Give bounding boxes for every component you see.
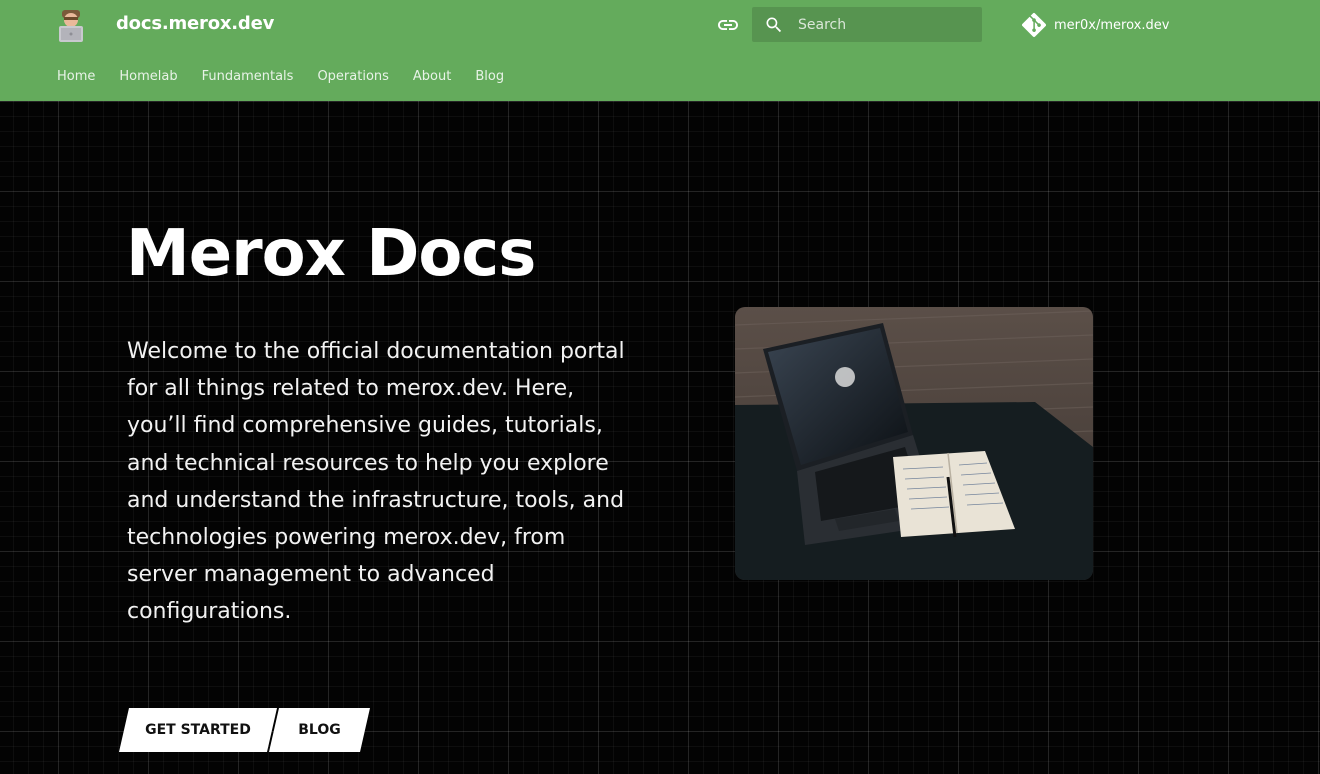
nav-about[interactable]: About [413, 69, 451, 84]
get-started-button[interactable]: GET STARTED [119, 708, 277, 752]
search-input[interactable] [796, 15, 970, 34]
hero-image-laptop-notebook [735, 307, 1093, 580]
nav-homelab[interactable]: Homelab [119, 69, 177, 84]
hero-section: Merox Docs Welcome to the official docum… [0, 101, 1320, 774]
git-icon [1022, 12, 1046, 37]
nav-home[interactable]: Home [57, 69, 95, 84]
repo-link[interactable]: mer0x/merox.dev [1022, 12, 1169, 38]
nav-blog[interactable]: Blog [475, 69, 504, 84]
site-title[interactable]: docs.merox.dev [116, 13, 274, 34]
link-icon[interactable] [716, 13, 740, 37]
search-box[interactable] [752, 7, 982, 42]
site-header: docs.merox.dev mer0x/merox.dev Home Home… [0, 0, 1320, 101]
search-icon [766, 17, 782, 32]
blog-button[interactable]: BLOG [269, 708, 370, 752]
nav-operations[interactable]: Operations [317, 69, 388, 84]
main-nav: Home Homelab Fundamentals Operations Abo… [57, 69, 528, 84]
nav-fundamentals[interactable]: Fundamentals [202, 69, 294, 84]
hero-title: Merox Docs [126, 217, 536, 291]
repo-label: mer0x/merox.dev [1054, 17, 1170, 33]
avatar-logo[interactable] [56, 8, 86, 42]
hero-description: Welcome to the official documentation po… [127, 339, 625, 625]
